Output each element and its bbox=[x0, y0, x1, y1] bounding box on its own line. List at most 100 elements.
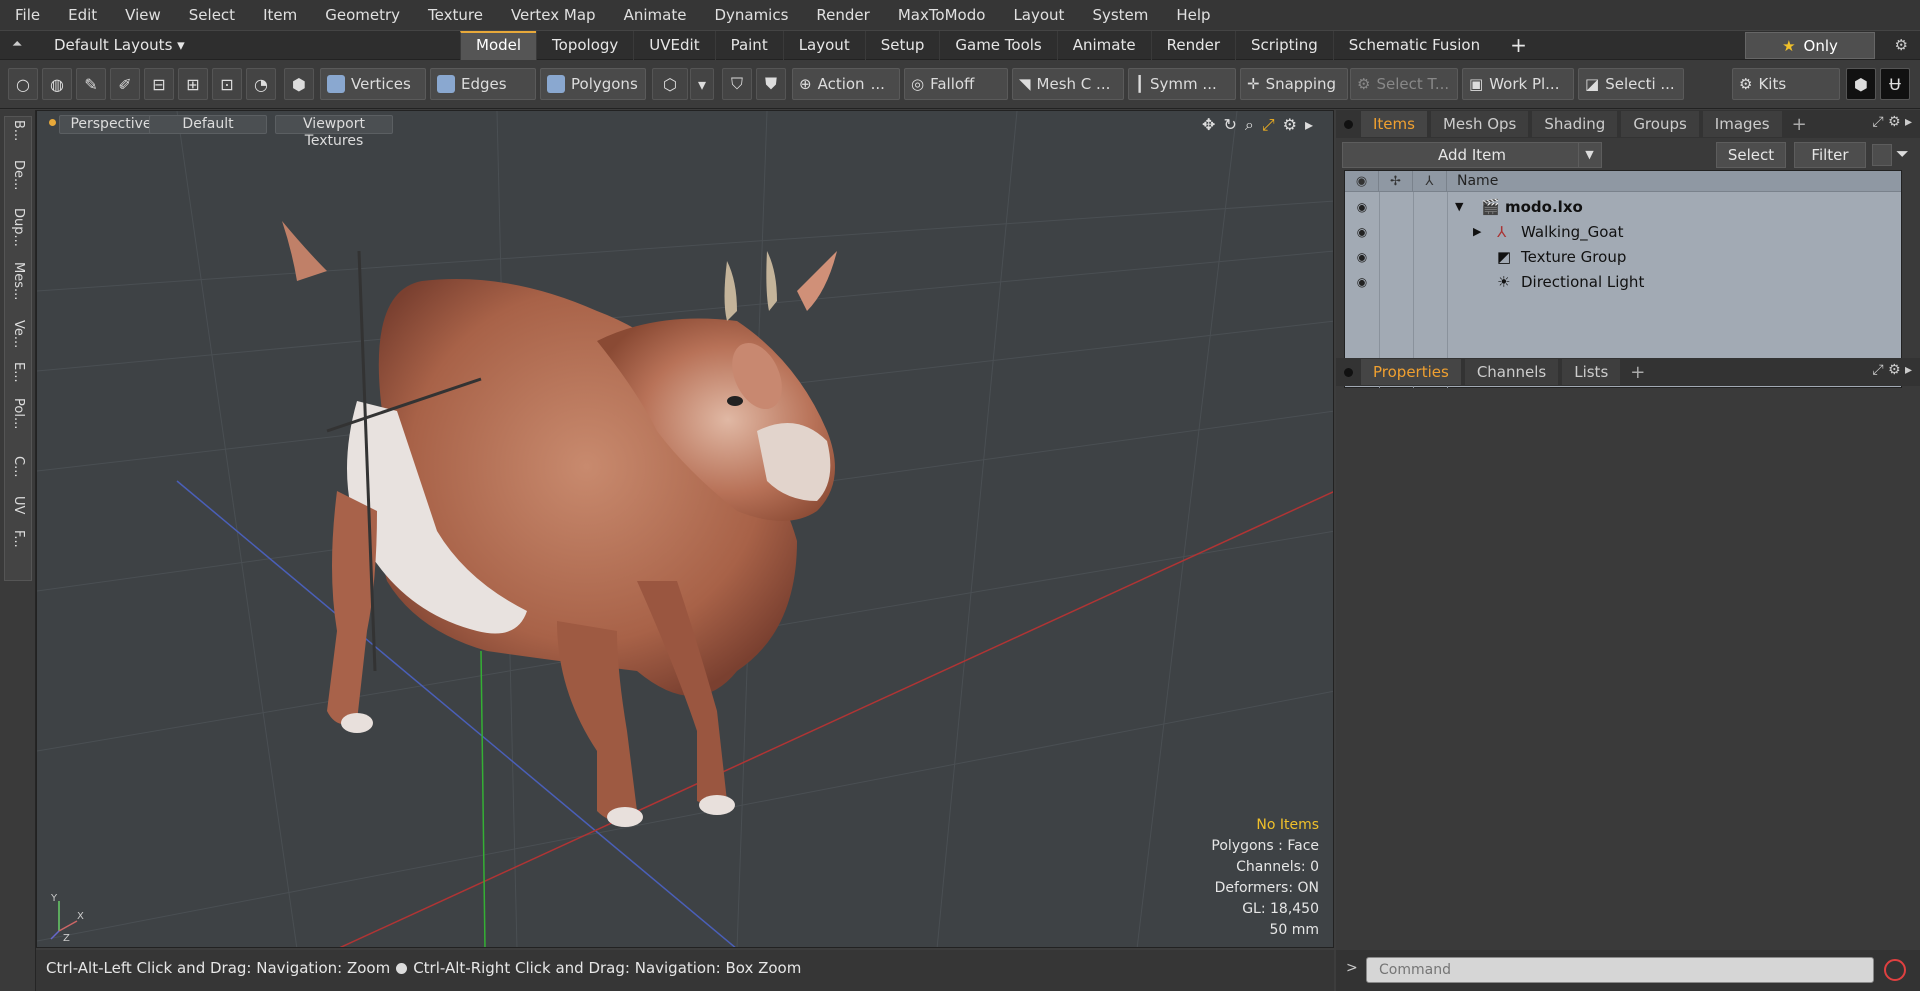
tree-row-texture-group[interactable]: ◉ ◩ Texture Group bbox=[1345, 244, 1903, 269]
only-button[interactable]: ★ Only bbox=[1745, 32, 1875, 59]
menu-item[interactable]: Item bbox=[249, 0, 311, 30]
goat-model[interactable] bbox=[282, 221, 837, 827]
eye-icon[interactable]: ◉ bbox=[1353, 275, 1371, 289]
eye-icon[interactable]: ◉ bbox=[1353, 200, 1371, 214]
vertices-button[interactable]: Vertices bbox=[320, 68, 426, 100]
chevron-down-icon[interactable]: ▾ bbox=[690, 68, 714, 100]
menu-select[interactable]: Select bbox=[175, 0, 249, 30]
workplane-button[interactable]: ▣ Work Pl... bbox=[1462, 68, 1574, 100]
menu-render[interactable]: Render bbox=[802, 0, 883, 30]
tab-setup[interactable]: Setup bbox=[864, 31, 940, 61]
move-icon[interactable]: ✥ bbox=[1202, 115, 1215, 135]
tab-lists[interactable]: Lists bbox=[1562, 359, 1621, 385]
visibility-header-eye-icon[interactable]: ◉ bbox=[1345, 170, 1379, 192]
menu-dynamics[interactable]: Dynamics bbox=[700, 0, 802, 30]
filter-button[interactable]: Filter bbox=[1794, 142, 1866, 168]
pen-icon[interactable]: ✎ bbox=[76, 68, 106, 100]
viewport-textures-button[interactable]: Viewport Textures bbox=[275, 115, 393, 149]
left-tab-duplicate[interactable]: Dup... bbox=[10, 208, 26, 247]
tree-row-directional-light[interactable]: ◉ ☀ Directional Light bbox=[1345, 269, 1903, 294]
add-tab-plus-icon[interactable]: + bbox=[1786, 114, 1813, 135]
tab-paint[interactable]: Paint bbox=[714, 31, 783, 61]
eye-icon[interactable]: ◉ bbox=[1353, 250, 1371, 264]
menu-layout[interactable]: Layout bbox=[999, 0, 1078, 30]
add-tab-plus-icon[interactable]: + bbox=[1495, 31, 1542, 61]
menu-edit[interactable]: Edit bbox=[54, 0, 111, 30]
left-tab-vertex[interactable]: Ve... bbox=[10, 320, 26, 348]
action-center-button[interactable]: ⊕ Action ... bbox=[792, 68, 900, 100]
play-arrow-icon[interactable]: ▸ bbox=[1305, 115, 1313, 135]
add-tab-plus-icon[interactable]: + bbox=[1624, 362, 1651, 383]
globe-icon[interactable]: ◍ bbox=[42, 68, 72, 100]
symmetry-button[interactable]: ┃ Symm ... bbox=[1128, 68, 1236, 100]
panel-maximize-gear-icon[interactable]: ⤢ ⚙ ▸ bbox=[1872, 114, 1912, 130]
transform-icon[interactable]: ⊞ bbox=[178, 68, 208, 100]
zoom-icon[interactable]: ⌕ bbox=[1245, 115, 1254, 135]
eye-icon[interactable]: ◉ bbox=[1353, 225, 1371, 239]
panel-maximize-gear-icon[interactable]: ⤢ ⚙ ▸ bbox=[1872, 362, 1912, 378]
item-mode-icon[interactable]: ⬢ bbox=[284, 68, 314, 100]
tab-groups[interactable]: Groups bbox=[1621, 111, 1699, 137]
left-tab-mesh-edit[interactable]: Mes... bbox=[10, 262, 26, 300]
rotate-icon[interactable]: ↻ bbox=[1223, 115, 1236, 135]
polygons-button[interactable]: Polygons bbox=[540, 68, 646, 100]
tab-mesh-ops[interactable]: Mesh Ops bbox=[1430, 111, 1529, 137]
tab-render[interactable]: Render bbox=[1150, 31, 1235, 61]
add-item-button[interactable]: Add Item bbox=[1342, 142, 1602, 168]
tab-items[interactable]: Items bbox=[1361, 111, 1427, 137]
minus-icon[interactable] bbox=[1872, 144, 1892, 166]
menu-help[interactable]: Help bbox=[1162, 0, 1224, 30]
chevron-down-icon[interactable]: ▼ bbox=[1578, 143, 1600, 167]
gear-icon[interactable]: ⚙ bbox=[1283, 115, 1297, 135]
expand-triangle-icon[interactable]: ▶ bbox=[1473, 225, 1481, 238]
name-column-header[interactable]: Name bbox=[1447, 173, 1498, 189]
panel-dot-icon[interactable] bbox=[1344, 367, 1353, 377]
menu-vertex-map[interactable]: Vertex Map bbox=[497, 0, 610, 30]
edges-button[interactable]: Edges bbox=[430, 68, 536, 100]
left-tab-uv[interactable]: UV bbox=[10, 496, 26, 514]
tab-uvedit[interactable]: UVEdit bbox=[633, 31, 714, 61]
funnel-icon[interactable]: ⏷ bbox=[1896, 144, 1916, 166]
tab-properties[interactable]: Properties bbox=[1361, 359, 1461, 385]
bridge-icon[interactable]: ⊟ bbox=[144, 68, 174, 100]
menu-maxtomodo[interactable]: MaxToModo bbox=[884, 0, 1000, 30]
shield-alt-icon[interactable]: ⛊ bbox=[756, 68, 786, 100]
menu-view[interactable]: View bbox=[111, 0, 175, 30]
tab-shading[interactable]: Shading bbox=[1532, 111, 1618, 137]
expand-triangle-icon[interactable]: ▼ bbox=[1455, 200, 1463, 213]
tab-scripting[interactable]: Scripting bbox=[1235, 31, 1333, 61]
left-tab-fusion[interactable]: F... bbox=[10, 530, 26, 548]
collapse-up-icon[interactable]: ⏶ bbox=[12, 37, 28, 53]
unity-icon[interactable]: ⬢ bbox=[1846, 68, 1876, 100]
left-tab-edge[interactable]: E... bbox=[10, 362, 26, 383]
tree-row-scene[interactable]: ◉ ▼ 🎬 modo.lxo bbox=[1345, 194, 1903, 219]
tab-topology[interactable]: Topology bbox=[536, 31, 633, 61]
select-circle-icon[interactable]: ○ bbox=[8, 68, 38, 100]
tab-model[interactable]: Model bbox=[460, 31, 537, 61]
mesh-constraint-button[interactable]: ◥ Mesh C ... bbox=[1012, 68, 1124, 100]
shield-icon[interactable]: ⛉ bbox=[722, 68, 752, 100]
kits-button[interactable]: ⚙ Kits bbox=[1732, 68, 1840, 100]
maximize-icon[interactable]: ⤢ bbox=[1262, 115, 1275, 135]
loop-icon[interactable]: ⊡ bbox=[212, 68, 242, 100]
left-tab-polygon[interactable]: Pol... bbox=[10, 398, 26, 429]
snapping-button[interactable]: ✛ Snapping bbox=[1240, 68, 1348, 100]
tab-layout[interactable]: Layout bbox=[782, 31, 865, 61]
select-through-button[interactable]: ⚙ Select T... bbox=[1350, 68, 1458, 100]
selection-sets-button[interactable]: ◪ Selecti ... bbox=[1578, 68, 1684, 100]
tab-channels[interactable]: Channels bbox=[1464, 359, 1559, 385]
left-tab-deform[interactable]: De... bbox=[10, 160, 26, 190]
locator-header-icon[interactable]: ⅄ bbox=[1413, 170, 1447, 192]
menu-geometry[interactable]: Geometry bbox=[311, 0, 414, 30]
menu-animate[interactable]: Animate bbox=[610, 0, 701, 30]
shading-default-button[interactable]: Default bbox=[149, 115, 267, 134]
gear-icon[interactable]: ⚙ bbox=[1895, 36, 1908, 54]
tab-game-tools[interactable]: Game Tools bbox=[939, 31, 1056, 61]
3d-viewport[interactable]: Perspective Default Viewport Textures ✥ … bbox=[36, 110, 1334, 948]
tab-schematic-fusion[interactable]: Schematic Fusion bbox=[1332, 31, 1495, 61]
sphere-icon[interactable]: ◔ bbox=[246, 68, 276, 100]
left-tab-basic[interactable]: B... bbox=[10, 120, 26, 141]
material-mode-icon[interactable]: ⬡ bbox=[652, 68, 688, 100]
viewport-dot-icon[interactable] bbox=[49, 119, 56, 126]
tab-animate[interactable]: Animate bbox=[1056, 31, 1151, 61]
